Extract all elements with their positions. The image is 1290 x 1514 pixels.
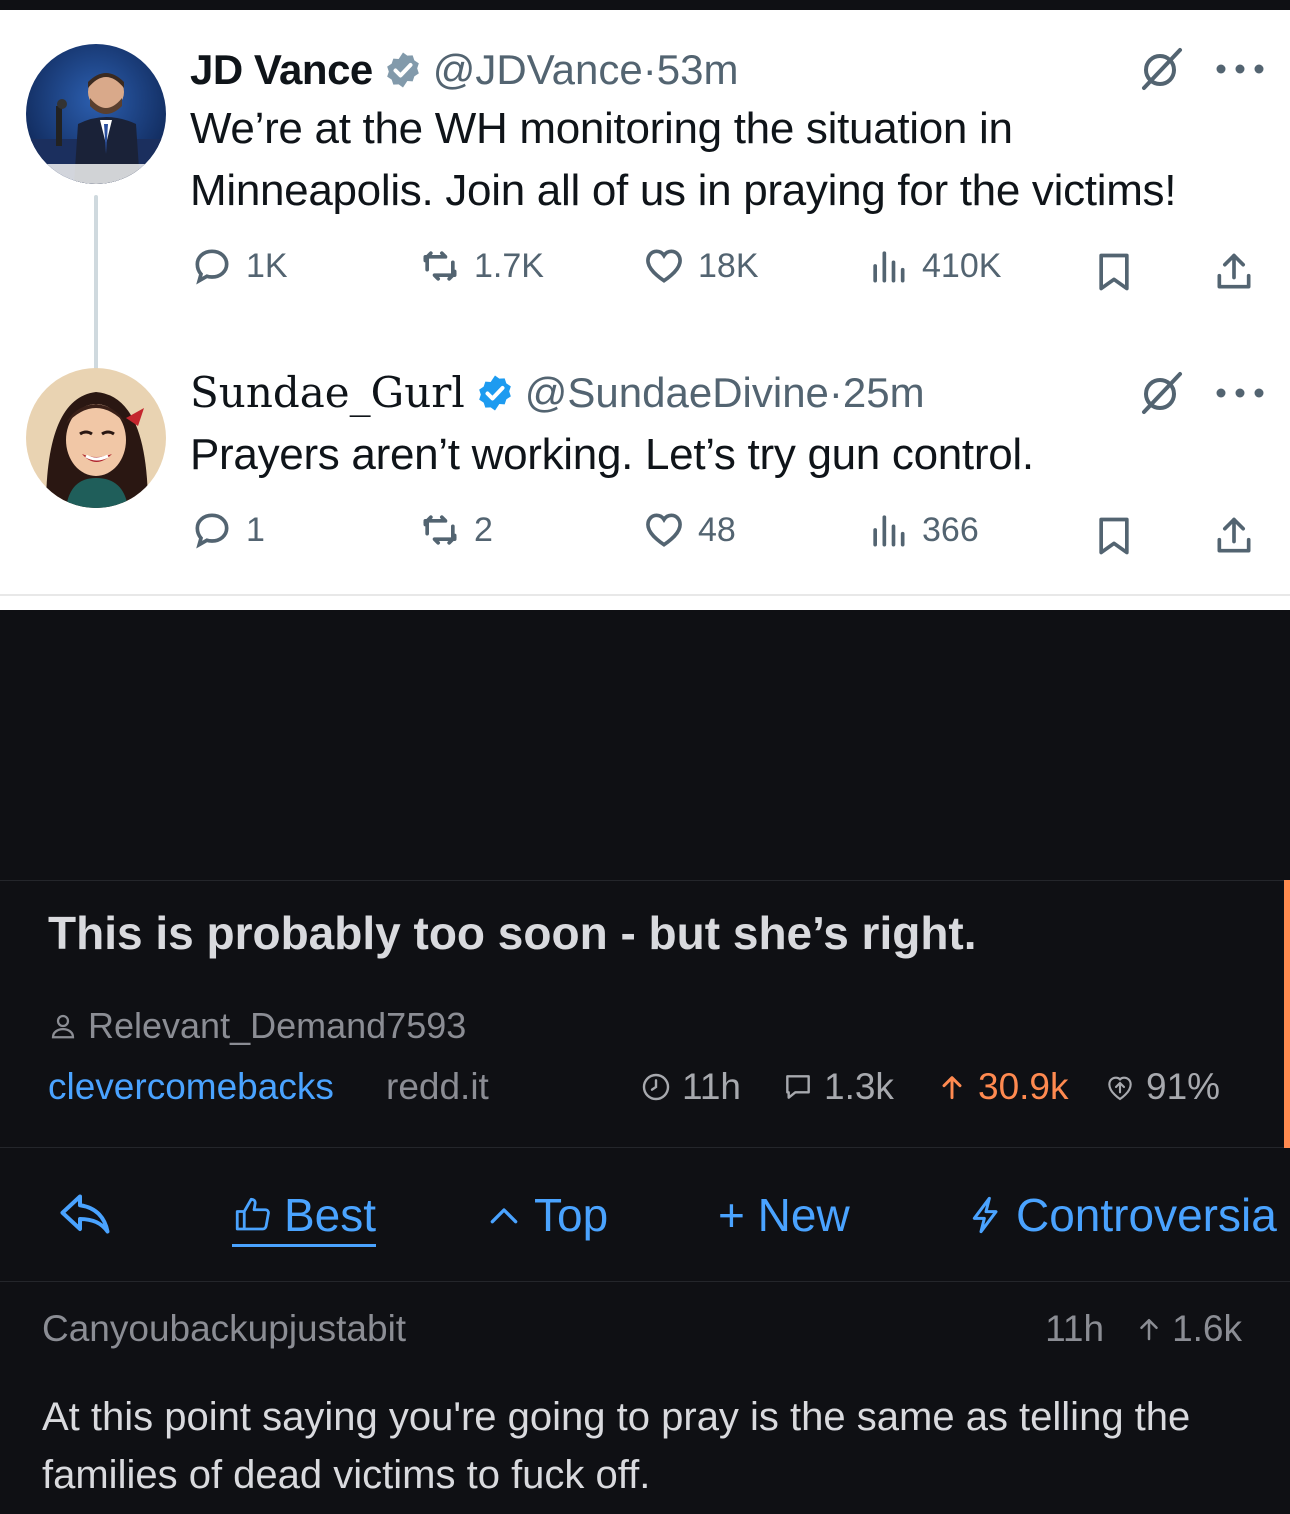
- separator: ·: [828, 368, 843, 416]
- bookmark-icon[interactable]: [1092, 250, 1136, 299]
- display-name[interactable]: Sundae_Gurl: [190, 368, 465, 417]
- reply-button[interactable]: [50, 1184, 130, 1244]
- post-domain[interactable]: redd.it: [386, 1066, 489, 1108]
- verified-badge-icon: [475, 373, 515, 413]
- tweet-text-line-1: Prayers aren’t working. Let’s try gun co…: [190, 430, 1034, 479]
- top-edge: [0, 0, 1290, 10]
- tweet-header: JD Vance @JDVance · 53m: [190, 46, 738, 94]
- sort-best[interactable]: Best: [232, 1188, 377, 1247]
- handle[interactable]: @JDVance: [433, 46, 643, 94]
- repost-count: 1.7K: [474, 246, 544, 285]
- sort-new[interactable]: + New: [718, 1188, 850, 1242]
- comment-meta: 11h 1.6k: [1045, 1308, 1242, 1350]
- post-accent-bar: [1284, 880, 1290, 1148]
- repost-count: 2: [474, 510, 493, 549]
- view-count: 410K: [922, 246, 1002, 285]
- reply-count: 1K: [246, 246, 288, 285]
- like-button[interactable]: 18K: [642, 244, 759, 288]
- post-title[interactable]: This is probably too soon - but she’s ri…: [48, 906, 977, 960]
- comment-author[interactable]: Canyoubackupjustabit: [42, 1308, 406, 1350]
- upvote-ratio: 91%: [1104, 1066, 1220, 1108]
- views-button[interactable]: 410K: [866, 244, 1001, 288]
- upvote-arrow-icon: [1140, 1319, 1158, 1341]
- comment-icon: [786, 1075, 810, 1099]
- view-count: 366: [922, 510, 979, 549]
- comment-age: 11h: [1045, 1308, 1105, 1349]
- repost-button[interactable]: 1.7K: [418, 244, 544, 288]
- views-button[interactable]: 366: [866, 508, 979, 552]
- separator: ·: [642, 46, 657, 93]
- share-icon[interactable]: [1212, 250, 1256, 299]
- avatar-jdvance[interactable]: [26, 44, 166, 184]
- grok-icon[interactable]: [1138, 44, 1186, 92]
- subreddit-link[interactable]: clevercomebacks: [48, 1066, 334, 1108]
- bookmark-icon[interactable]: [1092, 514, 1136, 563]
- more-options-icon[interactable]: [1212, 62, 1268, 76]
- post-age: 11h: [640, 1066, 741, 1108]
- post-author: Relevant_Demand7593: [88, 1005, 467, 1046]
- grok-icon[interactable]: [1138, 368, 1186, 416]
- tweet-screenshot: JD Vance @JDVance · 53m We’re at the WH …: [0, 10, 1290, 610]
- like-count: 18K: [698, 246, 759, 285]
- sort-controversial[interactable]: Controversia: [966, 1188, 1277, 1242]
- chevron-up-icon: [490, 1208, 518, 1224]
- avatar-sundaegurl[interactable]: [26, 368, 166, 508]
- upvote-arrow-icon: [942, 1076, 962, 1100]
- user-icon: [51, 1014, 75, 1039]
- upvote-ratio-icon: [1108, 1076, 1132, 1101]
- repost-button[interactable]: 2: [418, 508, 493, 552]
- reply-count: 1: [246, 510, 265, 549]
- reply-button[interactable]: 1K: [190, 244, 288, 288]
- handle[interactable]: @SundaeDivine: [525, 369, 829, 417]
- timestamp[interactable]: 53m: [657, 46, 739, 94]
- verified-badge-icon: [383, 50, 423, 90]
- reply-arrow-icon: [60, 1194, 110, 1234]
- tweet-text-line-1: We’re at the WH monitoring the situation…: [190, 104, 1013, 153]
- like-button[interactable]: 48: [642, 508, 736, 552]
- like-count: 48: [698, 510, 736, 549]
- tweet-text-line-2: Minneapolis. Join all of us in praying f…: [190, 166, 1177, 215]
- tweet-header: Sundae_Gurl @SundaeDivine · 25m: [190, 368, 925, 417]
- more-options-icon[interactable]: [1212, 386, 1268, 400]
- post-author-row[interactable]: Relevant_Demand7593: [48, 1005, 466, 1047]
- comment-body: At this point saying you're going to pra…: [42, 1395, 1191, 1497]
- post-meta-row: clevercomebacks redd.it 11h 1.3k 30.9k 9…: [48, 1066, 1248, 1110]
- reply-button[interactable]: 1: [190, 508, 265, 552]
- display-name[interactable]: JD Vance: [190, 46, 373, 94]
- timestamp[interactable]: 25m: [843, 369, 925, 417]
- sort-top[interactable]: Top: [484, 1188, 608, 1242]
- divider: [0, 594, 1290, 596]
- comment-score: 1.6k: [1172, 1308, 1242, 1349]
- thumbs-up-icon: [235, 1197, 270, 1231]
- clock-icon: [642, 1073, 670, 1101]
- post-score[interactable]: 30.9k: [936, 1066, 1069, 1108]
- share-icon[interactable]: [1212, 514, 1256, 563]
- comment-sort-bar: Best Top + New Controversia: [0, 1150, 1290, 1282]
- thread-line: [94, 195, 98, 370]
- post-comment-count[interactable]: 1.3k: [782, 1066, 894, 1108]
- lightning-icon: [972, 1196, 998, 1234]
